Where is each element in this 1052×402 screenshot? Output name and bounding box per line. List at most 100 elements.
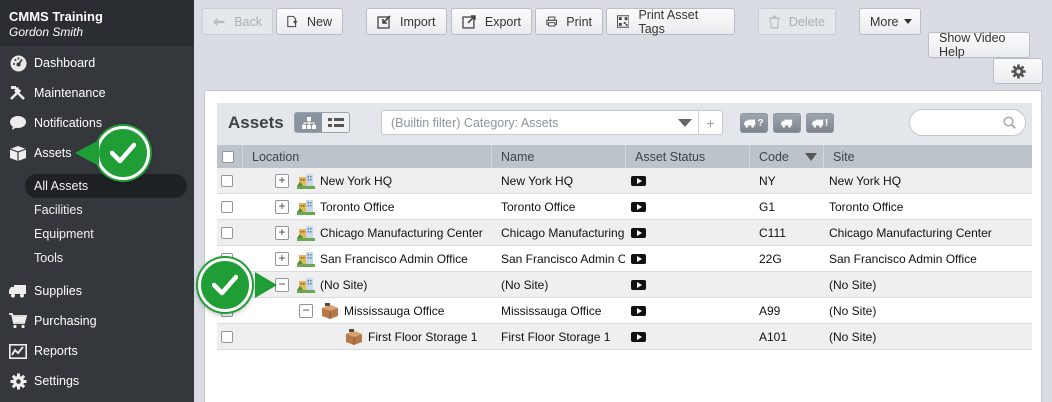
expand-button[interactable]: + xyxy=(275,174,289,188)
location-cell[interactable]: New York HQ xyxy=(320,168,392,194)
nav-purchasing[interactable]: Purchasing xyxy=(0,307,194,335)
name-cell[interactable]: Chicago Manufacturing... xyxy=(501,220,625,246)
caret-down-icon xyxy=(678,119,692,127)
check-badge-no-site xyxy=(198,258,252,312)
column-code-label: Code xyxy=(759,149,789,164)
arrow-left-icon xyxy=(213,17,225,26)
table-row[interactable]: + San Francisco Admin Office San Francisco… xyxy=(217,246,1032,272)
name-cell[interactable]: First Floor Storage 1 xyxy=(501,324,625,350)
qr-code-icon xyxy=(617,15,630,28)
truck-button[interactable] xyxy=(773,113,801,133)
column-name[interactable]: Name xyxy=(492,145,626,168)
nav-reports[interactable]: Reports xyxy=(0,337,194,365)
nav-notifications[interactable]: Notifications xyxy=(0,109,194,137)
show-video-help-button[interactable]: Show Video Help xyxy=(928,31,1030,59)
column-code[interactable]: Code xyxy=(750,145,824,168)
list-view-button[interactable] xyxy=(322,113,349,132)
table-row[interactable]: − Mississauga Office Mississauga Office A99… xyxy=(217,298,1032,324)
table-row[interactable]: + Toronto Office Toronto Office G1 Toronto O… xyxy=(217,194,1032,220)
select-all-cell xyxy=(217,145,243,168)
code-cell: A101 xyxy=(759,330,788,344)
asset-status-cell xyxy=(631,220,646,246)
hierarchy-icon xyxy=(301,116,316,129)
location-cell[interactable]: Toronto Office xyxy=(320,194,394,220)
box-icon xyxy=(345,324,363,350)
nav-dashboard[interactable]: Dashboard xyxy=(0,49,194,77)
play-status-icon xyxy=(631,254,646,264)
import-button[interactable]: Import xyxy=(366,8,447,35)
nav-settings[interactable]: Settings xyxy=(0,367,194,395)
name-cell[interactable]: (No Site) xyxy=(501,272,625,298)
back-button[interactable]: Back xyxy=(202,8,273,35)
view-toggle xyxy=(294,112,350,133)
location-cell[interactable]: Chicago Manufacturing Center xyxy=(320,220,483,246)
location-cell[interactable]: Mississauga Office xyxy=(344,298,444,324)
expand-button[interactable]: + xyxy=(275,226,289,240)
name-cell[interactable]: New York HQ xyxy=(501,168,625,194)
nav-maintenance[interactable]: Maintenance xyxy=(0,79,194,107)
sub-item-equipment[interactable]: Equipment xyxy=(34,227,94,241)
name-cell[interactable]: Toronto Office xyxy=(501,194,625,220)
search-input[interactable] xyxy=(924,115,1000,131)
column-site[interactable]: Site xyxy=(824,145,1032,168)
nav-label: Maintenance xyxy=(34,86,106,100)
table-row[interactable]: + Chicago Manufacturing Center Chicago Man… xyxy=(217,220,1032,246)
import-icon xyxy=(377,14,391,29)
video-help-label: Show Video Help xyxy=(939,31,1006,59)
asset-status-cell xyxy=(631,246,646,272)
print-asset-tags-button[interactable]: Print Asset Tags xyxy=(606,7,735,36)
delete-button[interactable]: Delete xyxy=(758,8,836,35)
print-asset-tags-label: Print Asset Tags xyxy=(638,7,699,36)
truck-alert-button[interactable]: ! xyxy=(806,113,834,133)
nav-label: Notifications xyxy=(34,116,103,130)
nav-label: Supplies xyxy=(34,284,82,298)
select-all-checkbox[interactable] xyxy=(222,150,234,163)
export-button[interactable]: Export xyxy=(451,8,532,35)
truck-question-button[interactable]: ? xyxy=(740,113,768,133)
sidebar-header: CMMS Training Gordon Smith xyxy=(0,0,194,46)
code-cell: G1 xyxy=(759,200,776,214)
location-cell[interactable]: San Francisco Admin Office xyxy=(320,246,468,272)
box-icon xyxy=(9,144,27,162)
table-row[interactable]: First Floor Storage 1 First Floor Storage… xyxy=(217,324,1032,350)
sub-item-tools[interactable]: Tools xyxy=(34,251,63,265)
sub-item-facilities[interactable]: Facilities xyxy=(34,203,83,217)
column-location[interactable]: Location xyxy=(243,145,492,168)
row-checkbox[interactable] xyxy=(221,227,233,239)
collapse-button[interactable]: − xyxy=(299,304,313,318)
nav-supplies[interactable]: Supplies xyxy=(0,277,194,305)
column-asset-status[interactable]: Asset Status xyxy=(626,145,750,168)
asset-status-cell xyxy=(631,324,646,350)
new-button[interactable]: New xyxy=(276,8,343,35)
print-label: Print xyxy=(566,14,592,29)
more-dropdown[interactable]: More xyxy=(859,8,921,35)
row-checkbox[interactable] xyxy=(221,175,233,187)
expand-button[interactable]: + xyxy=(275,252,289,266)
filter-select[interactable]: (Builtin filter) Category: Assets + xyxy=(381,110,723,135)
sub-item-all-assets[interactable]: All Assets xyxy=(34,179,88,193)
asset-status-cell xyxy=(631,168,646,194)
name-cell[interactable]: Mississauga Office xyxy=(501,298,625,324)
row-checkbox[interactable] xyxy=(221,201,233,213)
site-cell: (No Site) xyxy=(829,278,877,292)
checkmark-icon xyxy=(110,142,136,164)
asset-status-cell xyxy=(631,298,646,324)
table-row[interactable]: + New York HQ New York HQ NY New York HQ xyxy=(217,168,1032,194)
search-field[interactable] xyxy=(909,109,1026,136)
location-cell[interactable]: First Floor Storage 1 xyxy=(368,324,477,350)
nav-label: Purchasing xyxy=(34,314,97,328)
panel-header: Assets (Builtin filter) Category: Assets… xyxy=(217,103,1032,145)
expand-button[interactable]: + xyxy=(275,200,289,214)
collapse-button[interactable]: − xyxy=(275,278,289,292)
nav-label: Assets xyxy=(34,146,72,160)
site-cell: (No Site) xyxy=(829,330,877,344)
table-row[interactable]: − (No Site) (No Site) (No Site) xyxy=(217,272,1032,298)
row-checkbox[interactable] xyxy=(221,331,233,343)
tree-view-button[interactable] xyxy=(295,113,322,132)
add-filter-button[interactable]: + xyxy=(698,111,722,134)
play-status-icon xyxy=(631,228,646,238)
print-button[interactable]: Print xyxy=(535,8,603,35)
settings-gear-button[interactable] xyxy=(993,58,1043,84)
name-cell[interactable]: San Francisco Admin O... xyxy=(501,246,625,272)
location-cell[interactable]: (No Site) xyxy=(320,272,367,298)
